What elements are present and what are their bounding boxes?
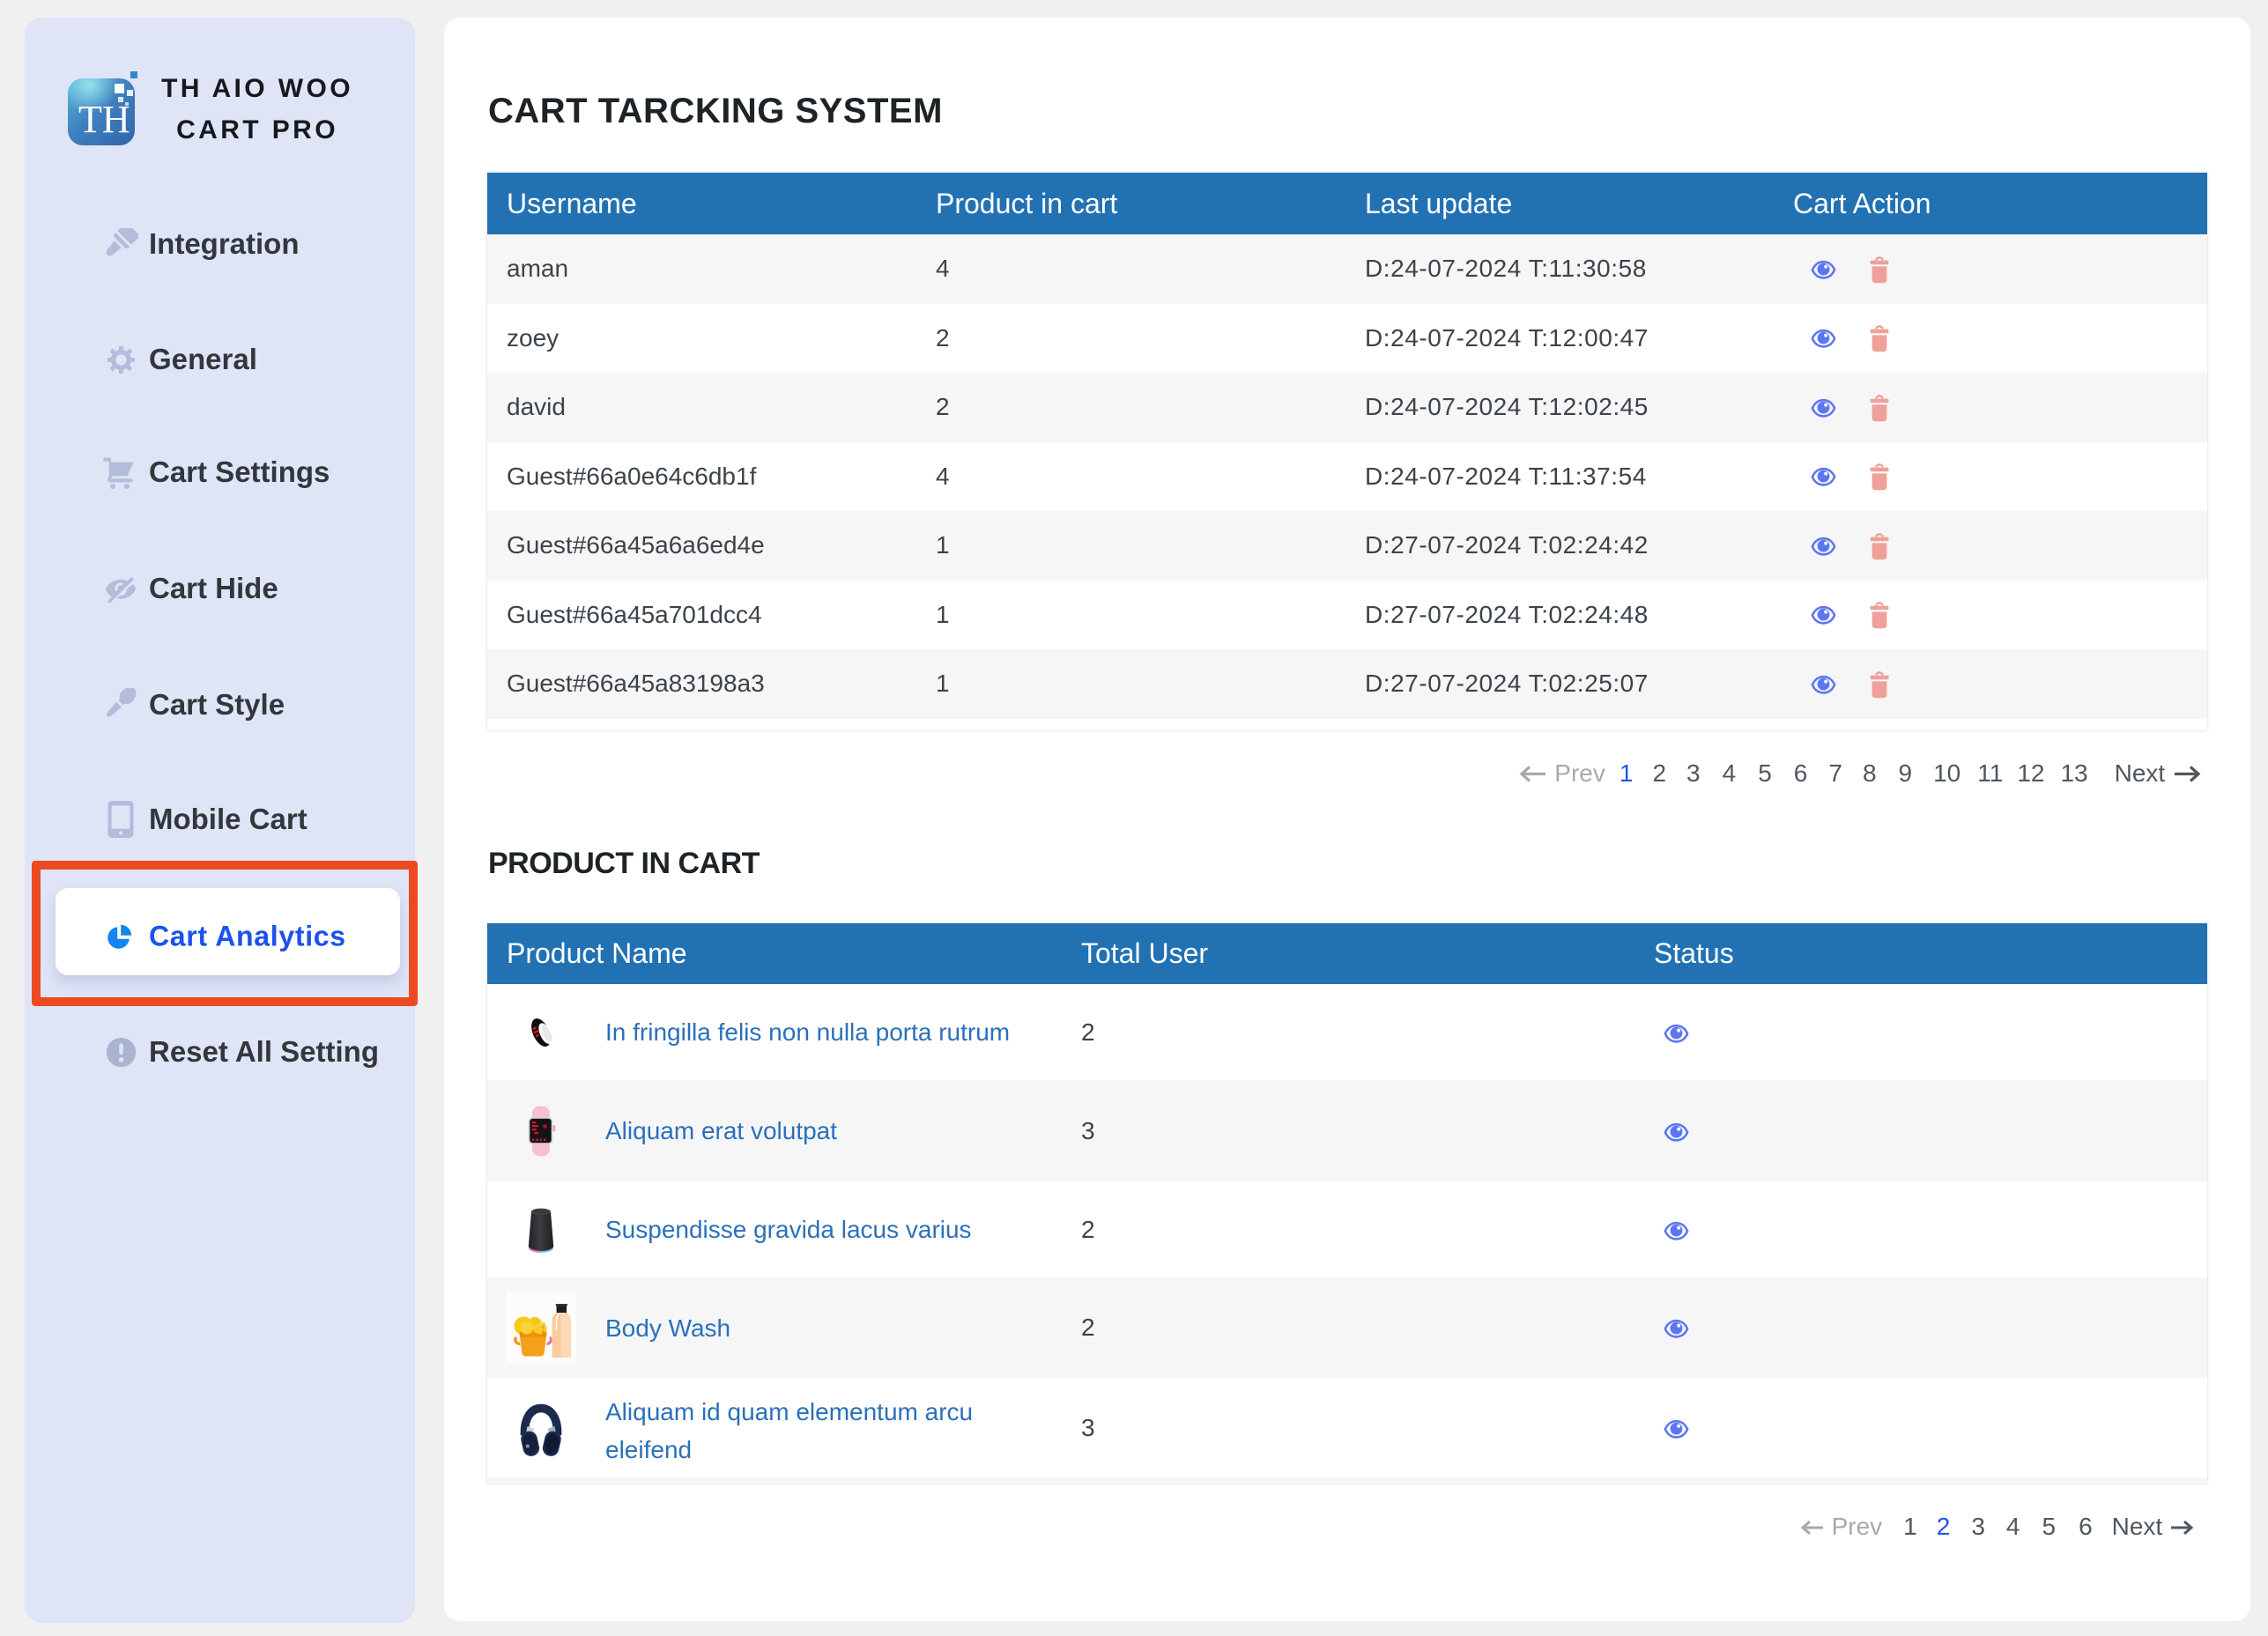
svg-text:TH: TH: [78, 98, 130, 141]
